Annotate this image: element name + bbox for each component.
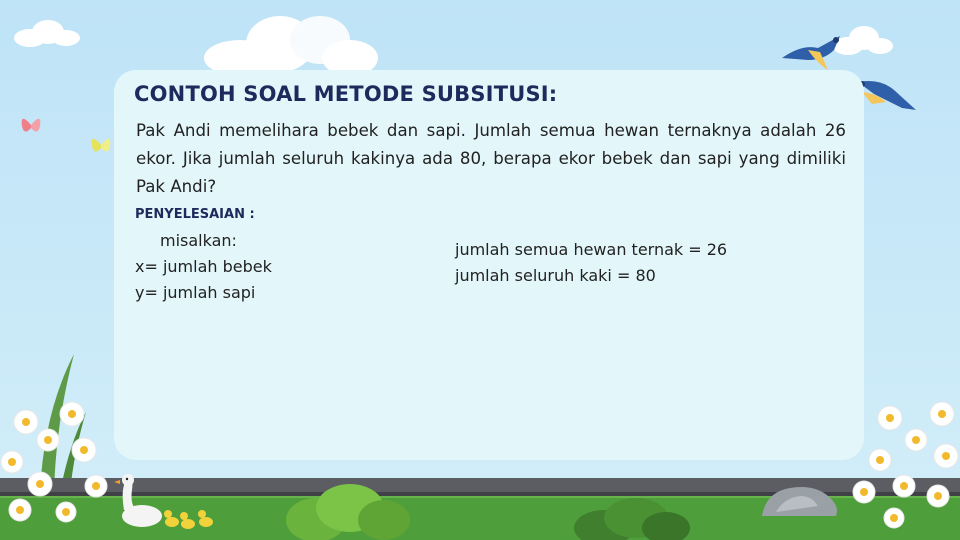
slide-background: CONTOH SOAL METODE SUBSITUSI: Pak Andi m… xyxy=(0,0,960,540)
bird-icon xyxy=(782,36,840,70)
rock-icon xyxy=(762,487,837,516)
slide-title: CONTOH SOAL METODE SUBSITUSI: xyxy=(134,82,558,106)
cloud-icon xyxy=(14,20,80,47)
bush-icon xyxy=(574,498,690,540)
equation-total-animals: jumlah semua hewan ternak = 26 xyxy=(455,240,728,259)
butterfly-icon xyxy=(91,138,111,152)
solution-heading: PENYELESAIAN : xyxy=(135,207,255,222)
bush-icon xyxy=(286,484,410,540)
butterfly-icon xyxy=(21,118,41,132)
equation-total-legs: jumlah seluruh kaki = 80 xyxy=(455,266,656,285)
solution-line-x: x= jumlah bebek xyxy=(135,257,272,276)
duck-icon xyxy=(114,474,162,527)
question-text: Pak Andi memelihara bebek dan sapi. Juml… xyxy=(136,121,846,196)
daisy-flower-icon xyxy=(852,401,959,529)
solution-line-y: y= jumlah sapi xyxy=(135,283,256,302)
daisy-flower-icon xyxy=(0,401,108,523)
duckling-icon xyxy=(164,510,213,529)
solution-line-let: misalkan: xyxy=(160,231,237,250)
cloud-icon xyxy=(204,16,378,76)
